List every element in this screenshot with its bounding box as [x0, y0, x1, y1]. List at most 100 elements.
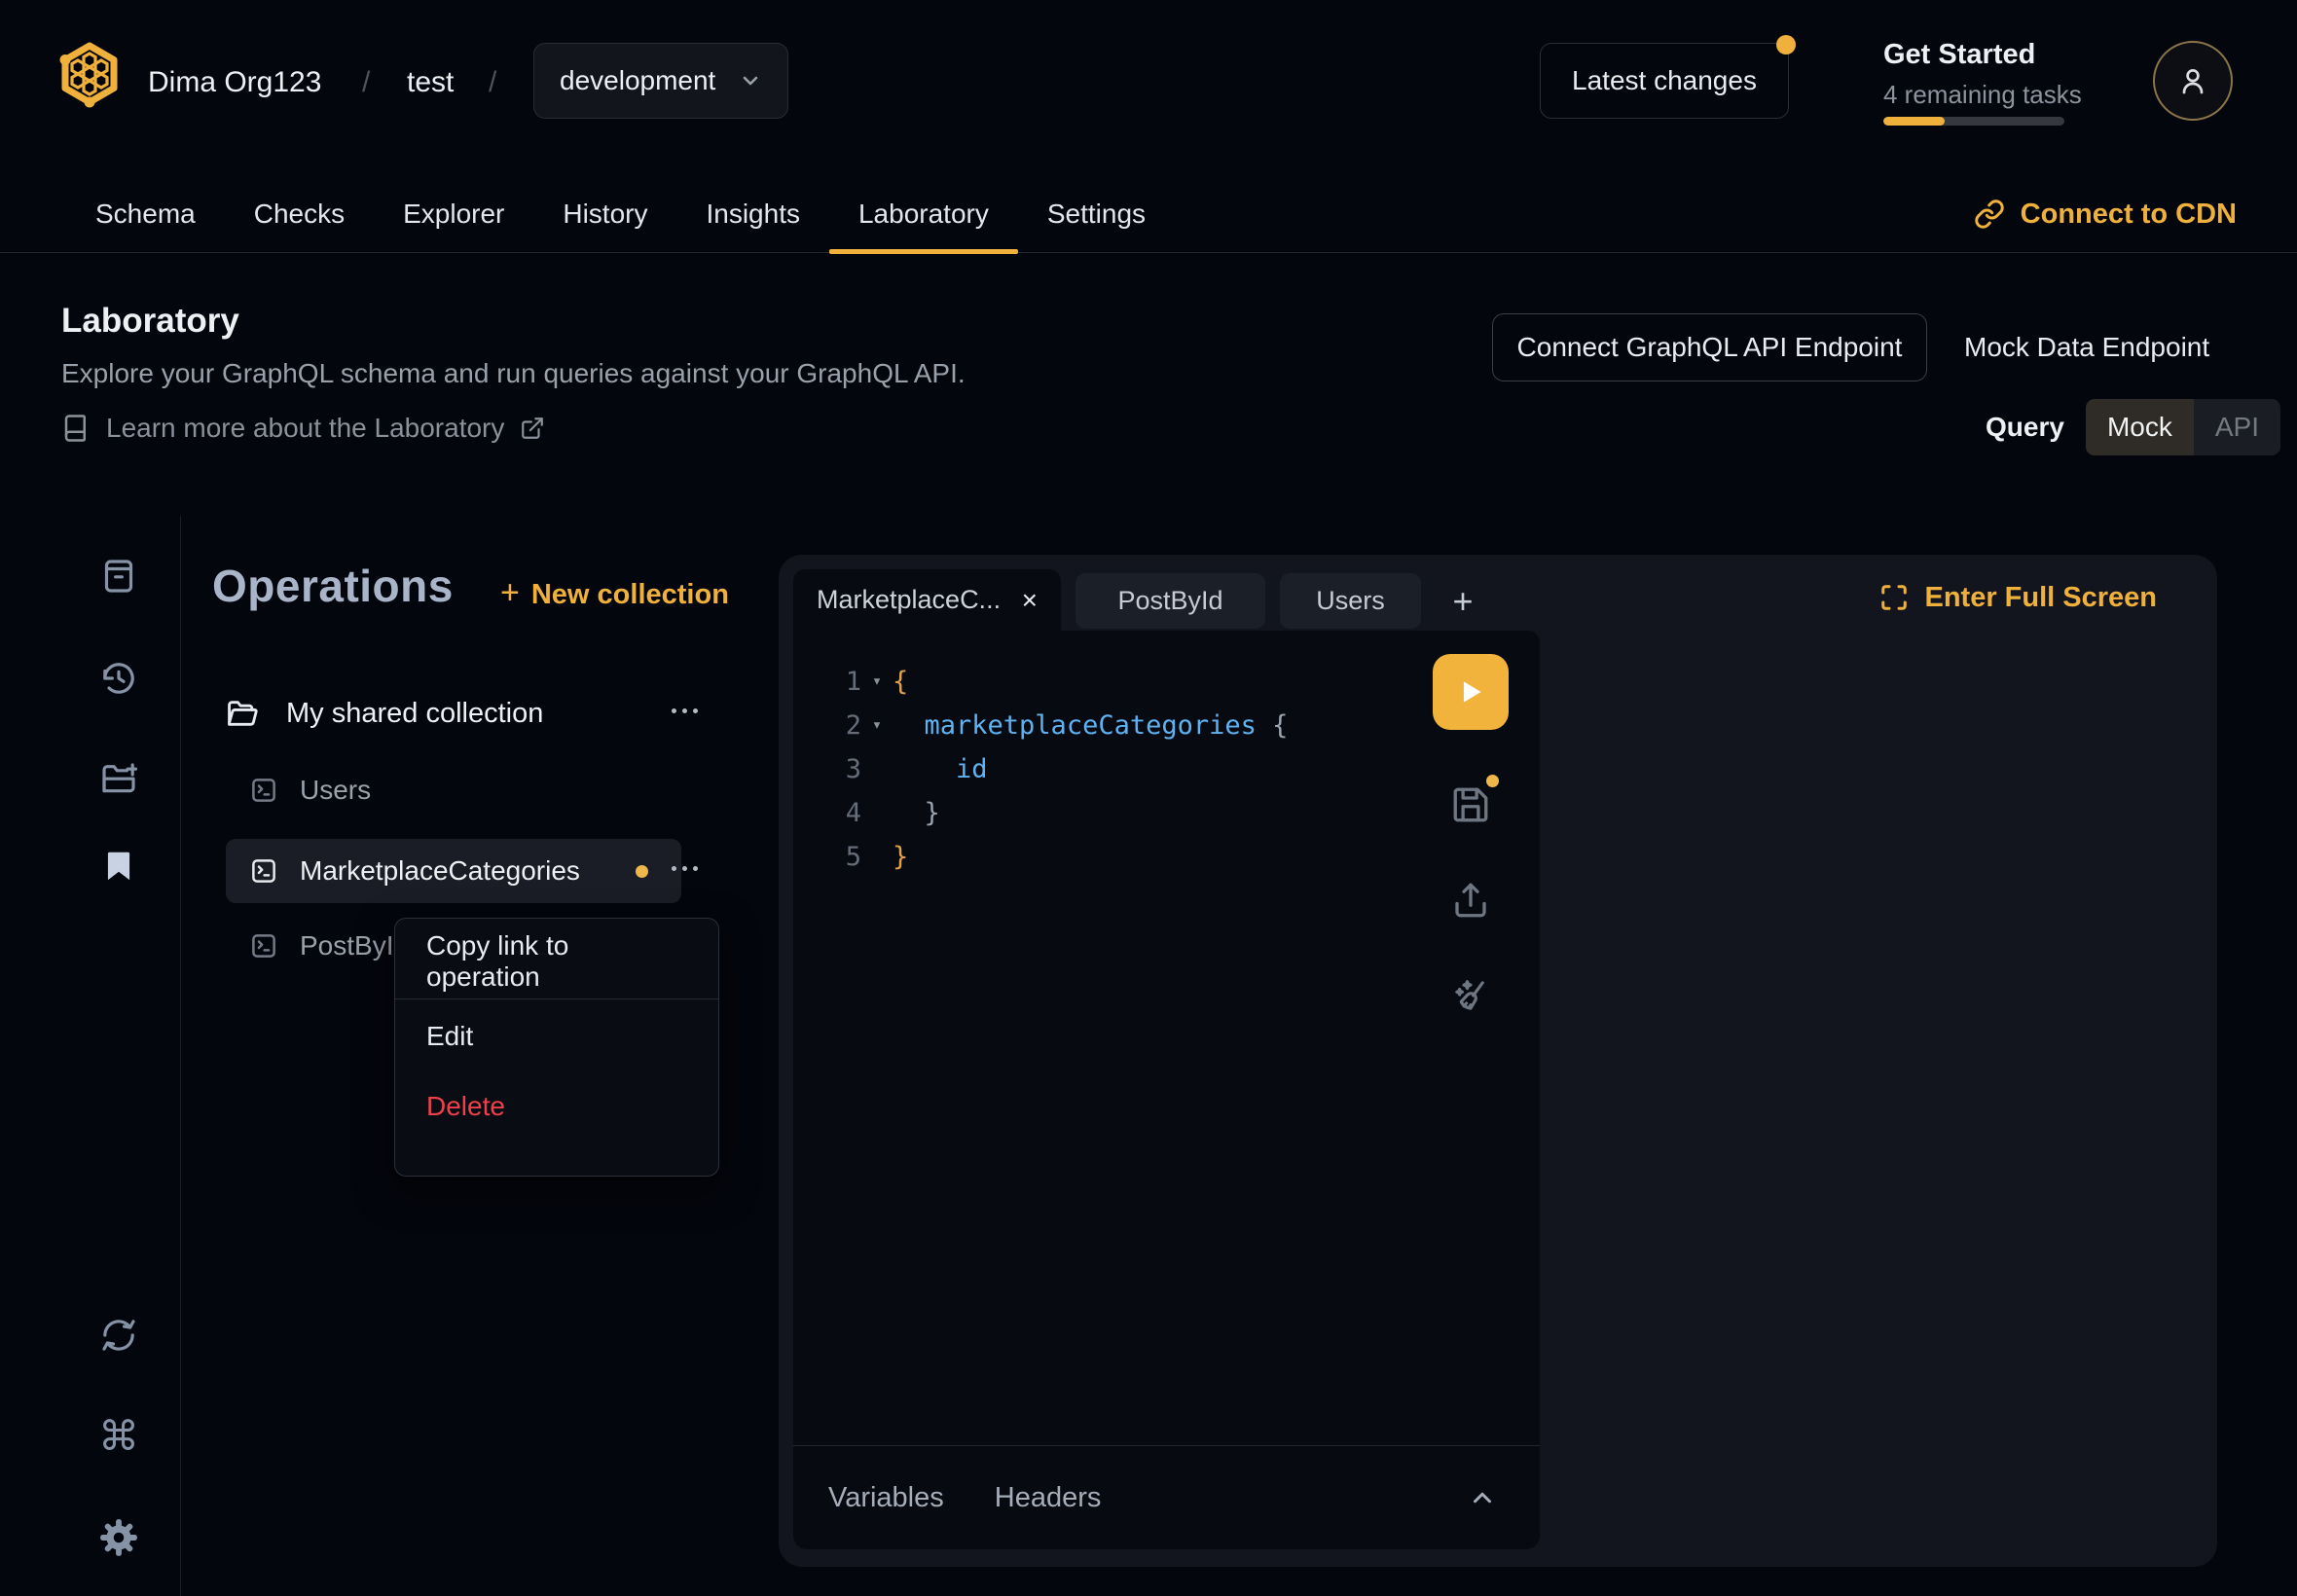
unsaved-changes-dot [1486, 775, 1499, 787]
tab-insights[interactable]: Insights [676, 175, 829, 253]
connect-to-cdn-label: Connect to CDN [2021, 199, 2237, 231]
operation-name: MarketplaceCategories [300, 855, 580, 887]
operation-row-users[interactable]: Users [226, 758, 681, 822]
fold-icon[interactable]: ▾ [861, 660, 893, 704]
sidebar-item-collections[interactable] [97, 845, 140, 888]
menu-item-copy-link[interactable]: Copy link to operation [395, 926, 718, 997]
operation-row-marketplace-categories[interactable]: MarketplaceCategories [226, 839, 681, 903]
enter-fullscreen-button[interactable]: Enter Full Screen [1879, 576, 2157, 619]
sidebar-item-shortcuts[interactable]: ⌘ [97, 1415, 140, 1458]
run-query-button[interactable] [1433, 654, 1509, 730]
operation-context-menu: Copy link to operation Edit Delete [394, 918, 719, 1177]
tab-explorer[interactable]: Explorer [374, 175, 533, 253]
page-title: Laboratory [61, 302, 239, 341]
book-icon [61, 414, 91, 443]
breadcrumb-separator: / [489, 66, 496, 99]
learn-more-label: Learn more about the Laboratory [106, 413, 504, 444]
sidebar-item-new-collection[interactable] [97, 758, 140, 801]
query-editor[interactable]: 1▾{2▾ marketplaceCategories {3 id4 }5} V… [793, 631, 1540, 1549]
share-operation-button[interactable] [1450, 880, 1491, 921]
mock-data-endpoint-label: Mock Data Endpoint [1964, 332, 2209, 363]
line-number: 3 [793, 747, 861, 791]
chevron-up-icon[interactable] [1468, 1483, 1497, 1512]
code-area[interactable]: 1▾{2▾ marketplaceCategories {3 id4 }5} [793, 660, 1288, 879]
code-line[interactable]: 1▾{ [793, 660, 1288, 704]
breadcrumb-org[interactable]: Dima Org123 [148, 66, 321, 99]
query-mode-api[interactable]: API [2194, 399, 2280, 455]
fold-icon[interactable]: ▾ [861, 704, 893, 747]
get-started-subtitle: 4 remaining tasks [1883, 80, 2082, 110]
operation-name: Users [300, 775, 371, 806]
sidebar-item-history[interactable] [97, 657, 140, 700]
query-mode-mock[interactable]: Mock [2086, 399, 2194, 455]
tab-checks[interactable]: Checks [225, 175, 374, 253]
user-avatar[interactable] [2153, 41, 2233, 121]
code-text: marketplaceCategories { [893, 704, 1288, 747]
code-text: } [893, 835, 908, 879]
tab-history[interactable]: History [533, 175, 676, 253]
sidebar-divider [180, 516, 181, 1596]
environment-dropdown[interactable]: development [533, 43, 788, 119]
connect-graphql-endpoint-button[interactable]: Connect GraphQL API Endpoint [1492, 313, 1927, 381]
menu-item-edit[interactable]: Edit [395, 1001, 718, 1071]
play-icon [1454, 675, 1487, 708]
operation-icon [249, 776, 278, 805]
operation-name: PostById [300, 930, 409, 961]
operation-more-options-icon[interactable] [672, 866, 698, 871]
folder-plus-icon [99, 760, 138, 799]
prettify-button[interactable] [1450, 975, 1491, 1016]
code-line[interactable]: 5} [793, 835, 1288, 879]
learn-more-link[interactable]: Learn more about the Laboratory [61, 413, 545, 444]
query-label: Query [1986, 412, 2064, 443]
save-operation-button[interactable] [1450, 784, 1491, 825]
get-started-progressbar [1883, 117, 2064, 126]
progress-fill [1883, 117, 1945, 126]
code-text: } [893, 791, 940, 835]
plus-icon: + [500, 574, 520, 612]
line-number: 5 [793, 835, 861, 879]
code-line[interactable]: 4 } [793, 791, 1288, 835]
get-started-title[interactable]: Get Started [1883, 39, 2035, 71]
tab-schema[interactable]: Schema [66, 175, 225, 253]
share-icon [1450, 880, 1491, 921]
code-line[interactable]: 2▾ marketplaceCategories { [793, 704, 1288, 747]
nav-tabbar: Schema Checks Explorer History Insights … [0, 175, 2297, 253]
connect-graphql-endpoint-label: Connect GraphQL API Endpoint [1517, 332, 1903, 363]
editor-tab-marketplace[interactable]: MarketplaceC... × [793, 569, 1061, 631]
tab-settings[interactable]: Settings [1018, 175, 1175, 253]
editor-bottom-bar: Variables Headers [793, 1446, 1540, 1549]
line-number: 1 [793, 660, 861, 704]
connect-to-cdn-link[interactable]: Connect to CDN [1974, 175, 2237, 253]
breadcrumb-separator: / [362, 66, 370, 99]
collection-row[interactable]: My shared collection [226, 681, 703, 745]
editor-tab-users[interactable]: Users [1280, 573, 1421, 629]
menu-divider [395, 998, 718, 999]
code-text: { [893, 660, 908, 704]
line-number: 4 [793, 791, 861, 835]
breadcrumb-project[interactable]: test [407, 66, 454, 99]
link-icon [1974, 199, 2005, 230]
latest-changes-button[interactable]: Latest changes [1540, 43, 1789, 119]
collection-more-options-icon[interactable] [672, 708, 698, 713]
hive-logo[interactable] [56, 41, 123, 113]
tab-laboratory[interactable]: Laboratory [829, 175, 1018, 253]
menu-item-delete[interactable]: Delete [395, 1071, 718, 1142]
notification-dot [1776, 35, 1796, 54]
new-tab-button[interactable]: + [1439, 573, 1487, 629]
unsaved-changes-dot [636, 865, 648, 878]
chevron-down-icon [739, 69, 762, 92]
close-icon[interactable]: × [1022, 587, 1038, 614]
headers-tab[interactable]: Headers [995, 1482, 1102, 1514]
sidebar-item-settings[interactable] [97, 1516, 140, 1559]
mock-data-endpoint-button[interactable]: Mock Data Endpoint [1964, 313, 2209, 381]
code-text: id [893, 747, 988, 791]
editor-tab-postbyid[interactable]: PostById [1076, 573, 1265, 629]
user-icon [2175, 63, 2210, 98]
variables-tab[interactable]: Variables [828, 1482, 944, 1514]
operations-heading: Operations [212, 560, 454, 612]
gear-icon [98, 1517, 139, 1558]
code-line[interactable]: 3 id [793, 747, 1288, 791]
new-collection-button[interactable]: + New collection [500, 574, 729, 612]
sidebar-item-docs[interactable] [97, 555, 140, 598]
sidebar-item-sync[interactable] [97, 1314, 140, 1357]
